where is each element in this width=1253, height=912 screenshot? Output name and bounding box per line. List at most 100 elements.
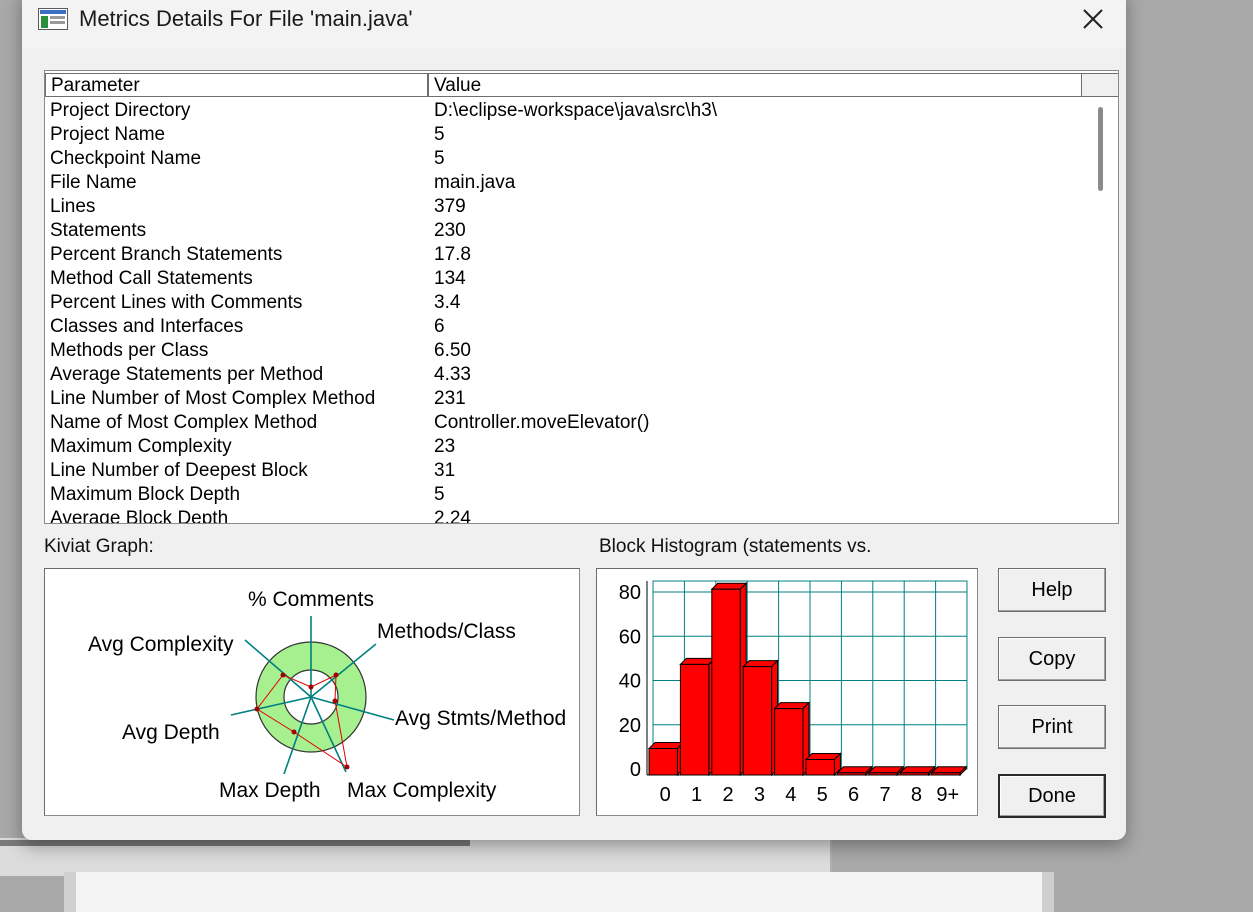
value-cell: Controller.moveElevator() <box>434 412 650 433</box>
histogram-bar <box>930 765 968 777</box>
parameter-cell: Checkpoint Name <box>50 148 202 169</box>
table-row[interactable]: Percent Branch Statements 17.8 <box>45 243 1082 267</box>
axis-label-avg-depth: Avg Depth <box>122 721 220 744</box>
window-title: Metrics Details For File 'main.java' <box>79 6 413 31</box>
axis-label-avg-stmts: Avg Stmts/Method <box>395 707 566 730</box>
value-cell: 231 <box>434 388 466 409</box>
value-cell: 17.8 <box>434 244 471 265</box>
parameter-cell: Name of Most Complex Method <box>50 412 318 433</box>
parameter-cell: Method Call Statements <box>50 268 253 289</box>
table-row[interactable]: Statements 230 <box>45 219 1082 243</box>
y-tick-label: 40 <box>619 671 641 693</box>
x-tick-label: 3 <box>754 784 765 806</box>
kiviat-vertex-4 <box>291 729 297 735</box>
column-header-parameter[interactable]: Parameter <box>45 73 428 97</box>
x-tick-label: 0 <box>660 784 671 806</box>
x-tick-label: 7 <box>879 784 890 806</box>
kiviat-label: Kiviat Graph: <box>44 536 154 557</box>
table-row[interactable]: Method Call Statements 134 <box>45 267 1082 291</box>
background-pane <box>64 872 1054 912</box>
table-row[interactable]: Maximum Block Depth 5 <box>45 483 1082 507</box>
value-cell: 6.50 <box>434 340 471 361</box>
table-row[interactable]: Lines 379 <box>45 195 1082 219</box>
x-tick-label: 4 <box>785 784 796 806</box>
histogram-svg: 0204060800 1 2 3 4 5 6 7 8 9+ <box>619 580 968 806</box>
value-cell: 4.33 <box>434 364 471 385</box>
metrics-table: Parameter Value Project Directory D:\ecli… <box>44 70 1119 524</box>
value-cell: 2.24 <box>434 508 471 523</box>
table-row[interactable]: Line Number of Most Complex Method 231 <box>45 387 1082 411</box>
axis-label-max-complexity: Max Complexity <box>347 779 497 802</box>
parameter-cell: Lines <box>50 196 96 217</box>
y-tick-label: 80 <box>619 582 641 604</box>
value-cell: 134 <box>434 268 466 289</box>
table-row[interactable]: Line Number of Deepest Block 31 <box>45 459 1082 483</box>
value-cell: 5 <box>434 484 445 505</box>
value-cell: 23 <box>434 436 456 457</box>
table-row[interactable]: Percent Lines with Comments 3.4 <box>45 291 1082 315</box>
axis-label-max-depth: Max Depth <box>219 779 321 802</box>
value-cell: 3.4 <box>434 292 461 313</box>
parameter-cell: Line Number of Deepest Block <box>50 460 308 481</box>
axis-label-methods-class: Methods/Class <box>377 620 516 643</box>
vertical-scrollbar[interactable] <box>1084 99 1118 523</box>
title-bar: Metrics Details For File 'main.java' <box>22 0 1126 48</box>
table-row[interactable]: Name of Most Complex Method Controller.mo… <box>45 411 1082 435</box>
parameter-cell: Methods per Class <box>50 340 209 361</box>
column-header-blank <box>1082 73 1118 97</box>
table-row[interactable]: Average Statements per Method 4.33 <box>45 363 1082 387</box>
table-row[interactable]: Methods per Class 6.50 <box>45 339 1082 363</box>
parameter-cell: Project Name <box>50 124 166 145</box>
done-button[interactable]: Done <box>998 774 1106 818</box>
table-row[interactable]: Classes and Interfaces 6 <box>45 315 1082 339</box>
value-cell: 6 <box>434 316 445 337</box>
kiviat-vertex-1 <box>333 672 339 678</box>
parameter-cell: Average Statements per Method <box>50 364 324 385</box>
histogram-bar <box>836 765 874 777</box>
table-row[interactable]: File Name main.java <box>45 171 1082 195</box>
help-button[interactable]: Help <box>998 568 1106 612</box>
x-tick-label: 6 <box>848 784 859 806</box>
table-row[interactable]: Checkpoint Name 5 <box>45 147 1082 171</box>
kiviat-svg: % Comments Methods/Class Avg Stmts/Metho… <box>88 588 566 802</box>
x-tick-label: 8 <box>911 784 922 806</box>
y-tick-label: 20 <box>619 715 641 737</box>
histogram-bar <box>773 701 811 777</box>
close-icon[interactable] <box>1078 4 1108 34</box>
parameter-cell: File Name <box>50 172 137 193</box>
kiviat-vertex-3 <box>344 764 350 770</box>
table-row[interactable]: Average Block Depth 2.24 <box>45 507 1082 523</box>
table-row[interactable]: Project Directory D:\eclipse-workspace\ja… <box>45 99 1082 123</box>
parameter-cell: Percent Lines with Comments <box>50 292 303 313</box>
histogram-bar <box>804 752 842 777</box>
value-cell: 230 <box>434 220 466 241</box>
block-histogram: 0 20 40 60 80 0 1 2 3 4 5 6 7 8 9+ <box>596 568 978 816</box>
table-row[interactable]: Maximum Complexity 23 <box>45 435 1082 459</box>
parameter-cell: Percent Branch Statements <box>50 244 283 265</box>
value-cell: D:\eclipse-workspace\java\src\h3\ <box>434 100 717 121</box>
kiviat-vertex-6 <box>280 672 286 678</box>
histogram-bar <box>898 765 936 777</box>
scrollbar-thumb[interactable] <box>1098 107 1103 191</box>
histogram-bar <box>647 741 685 777</box>
parameter-cell: Maximum Block Depth <box>50 484 241 505</box>
background-scrollbar[interactable] <box>0 840 470 846</box>
copy-button[interactable]: Copy <box>998 637 1106 681</box>
parameter-cell: Classes and Interfaces <box>50 316 244 337</box>
histogram-bar <box>741 659 779 777</box>
histogram-label: Block Histogram (statements vs. <box>599 536 872 557</box>
parameter-cell: Line Number of Most Complex Method <box>50 388 376 409</box>
column-header-value[interactable]: Value <box>428 73 1082 97</box>
metrics-dialog: Metrics Details For File 'main.java' Par… <box>22 0 1126 840</box>
y-tick-label: 0 <box>630 759 641 781</box>
parameter-cell: Project Directory <box>50 100 191 121</box>
app-icon <box>38 8 68 30</box>
table-body: Project Directory D:\eclipse-workspace\ja… <box>45 99 1082 523</box>
table-row[interactable]: Project Name 5 <box>45 123 1082 147</box>
value-cell: 5 <box>434 124 445 145</box>
x-tick-label: 9+ <box>936 784 959 806</box>
axis-label-avg-complexity: Avg Complexity <box>88 633 234 656</box>
print-button[interactable]: Print <box>998 705 1106 749</box>
kiviat-vertex-2 <box>332 698 338 704</box>
parameter-cell: Average Block Depth <box>50 508 229 523</box>
